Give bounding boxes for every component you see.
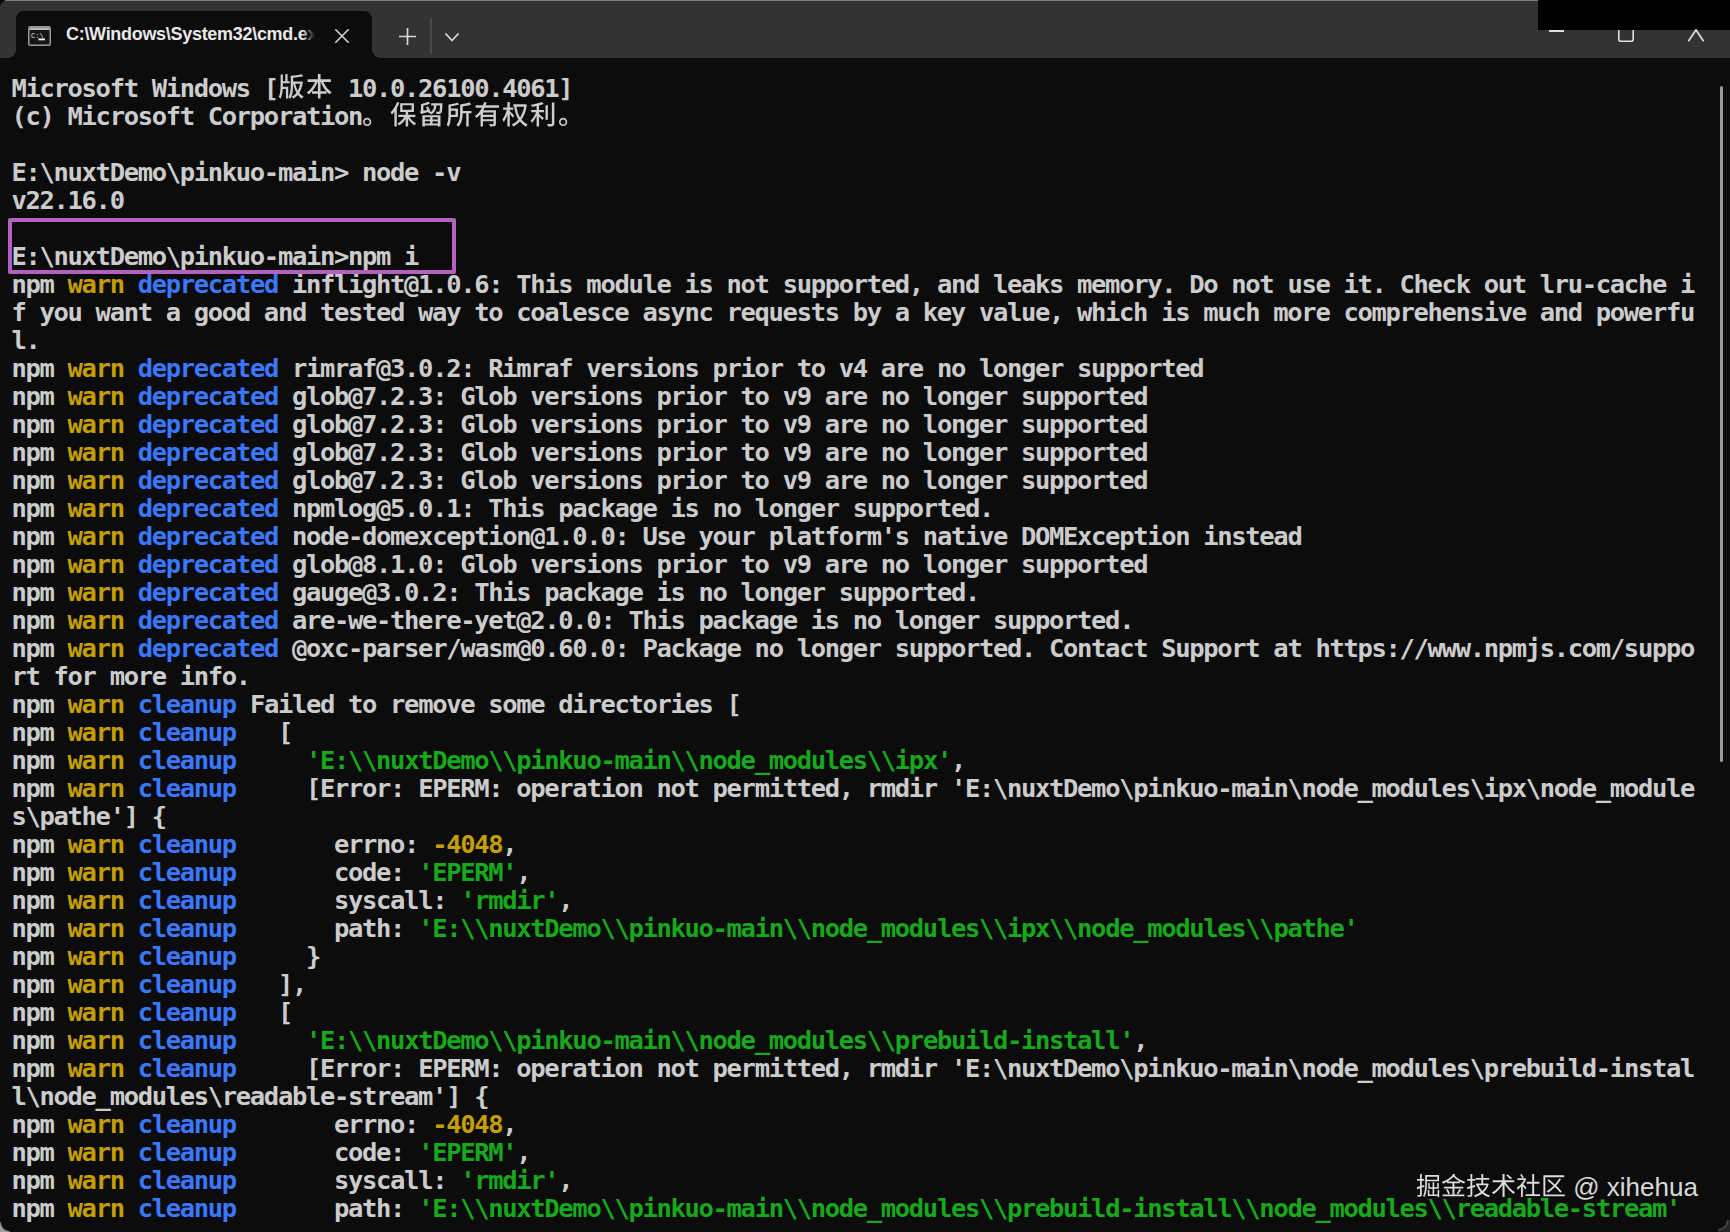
- svg-text:C:\: C:\: [31, 32, 44, 40]
